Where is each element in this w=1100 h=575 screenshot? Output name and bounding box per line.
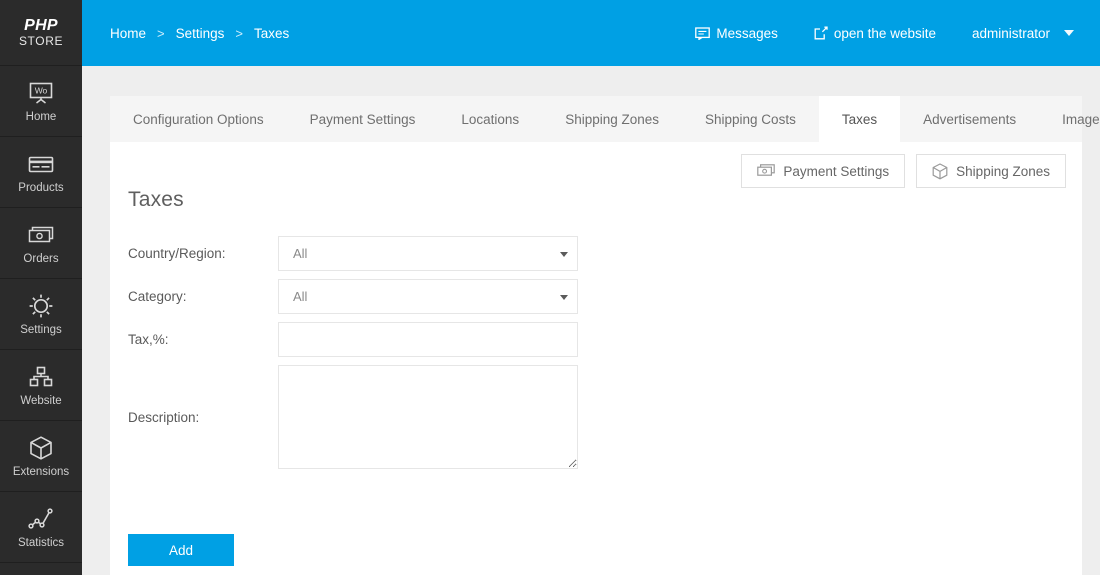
country-select[interactable]: All xyxy=(278,236,578,271)
cube-icon xyxy=(932,163,948,180)
country-label: Country/Region: xyxy=(128,246,278,261)
chevron-down-icon xyxy=(560,295,568,300)
sidebar-item-home[interactable]: Wo Home xyxy=(0,66,82,137)
tab-shipping-zones[interactable]: Shipping Zones xyxy=(542,96,682,142)
sitemap-icon xyxy=(28,362,54,392)
form-row-description: Description: xyxy=(128,365,608,469)
payment-settings-button[interactable]: Payment Settings xyxy=(741,154,905,188)
shipping-zones-button-label: Shipping Zones xyxy=(956,164,1050,179)
breadcrumb-item-taxes[interactable]: Taxes xyxy=(254,26,289,41)
svg-text:Wo: Wo xyxy=(35,85,48,95)
header-actions: Messages open the website administrator xyxy=(659,0,1074,66)
speech-bubble-icon xyxy=(695,27,710,40)
tab-locations[interactable]: Locations xyxy=(438,96,542,142)
sidebar-item-label: Products xyxy=(18,182,63,195)
tab-advertisements[interactable]: Advertisements xyxy=(900,96,1039,142)
messages-button[interactable]: Messages xyxy=(695,26,778,41)
banknote-icon xyxy=(27,220,55,250)
presentation-board-icon: Wo xyxy=(28,78,54,108)
tax-form: Country/Region: All Category: Al xyxy=(128,236,608,477)
sidebar: PHP STORE Wo Home Pr xyxy=(0,0,82,575)
top-header-bar: Home > Settings > Taxes Messages xyxy=(82,0,1100,66)
user-menu[interactable]: administrator xyxy=(972,26,1074,41)
add-button[interactable]: Add xyxy=(128,534,234,566)
description-label: Description: xyxy=(128,410,278,425)
breadcrumb-item-home[interactable]: Home xyxy=(110,26,146,41)
page-title: Taxes xyxy=(128,188,184,212)
sidebar-item-website[interactable]: Website xyxy=(0,350,82,421)
sidebar-item-orders[interactable]: Orders xyxy=(0,208,82,279)
banknote-icon xyxy=(757,164,775,178)
tab-payment-settings[interactable]: Payment Settings xyxy=(287,96,439,142)
credit-card-icon xyxy=(27,149,55,179)
cube-icon xyxy=(28,433,54,463)
user-menu-label: administrator xyxy=(972,26,1050,41)
breadcrumb: Home > Settings > Taxes xyxy=(110,0,289,66)
line-chart-icon xyxy=(27,504,55,534)
tab-taxes[interactable]: Taxes xyxy=(819,96,900,142)
category-select[interactable]: All xyxy=(278,279,578,314)
breadcrumb-separator: > xyxy=(157,26,165,41)
tax-label: Tax,%: xyxy=(128,332,278,347)
tab-bar: Configuration Options Payment Settings L… xyxy=(110,96,1082,142)
category-label: Category: xyxy=(128,289,278,304)
settings-panel: Configuration Options Payment Settings L… xyxy=(110,96,1082,575)
shipping-zones-button[interactable]: Shipping Zones xyxy=(916,154,1066,188)
tab-shipping-costs[interactable]: Shipping Costs xyxy=(682,96,819,142)
form-row-category: Category: All xyxy=(128,279,608,314)
sidebar-item-label: Orders xyxy=(23,253,58,266)
open-website-button[interactable]: open the website xyxy=(814,26,936,41)
sidebar-item-label: Statistics xyxy=(18,537,64,550)
sidebar-item-products[interactable]: Products xyxy=(0,137,82,208)
breadcrumb-item-settings[interactable]: Settings xyxy=(176,26,225,41)
tab-configuration-options[interactable]: Configuration Options xyxy=(110,96,287,142)
country-select-value: All xyxy=(293,246,307,261)
description-textarea[interactable] xyxy=(278,365,578,469)
gear-icon xyxy=(28,291,54,321)
sidebar-item-label: Extensions xyxy=(13,466,69,479)
sidebar-item-label: Website xyxy=(20,395,61,408)
brand-logo[interactable]: PHP STORE xyxy=(0,0,82,66)
chevron-down-icon xyxy=(1064,30,1074,36)
form-row-country: Country/Region: All xyxy=(128,236,608,271)
breadcrumb-separator: > xyxy=(235,26,243,41)
sidebar-item-label: Settings xyxy=(20,324,62,337)
brand-line-1: PHP xyxy=(24,17,58,34)
category-select-value: All xyxy=(293,289,307,304)
form-row-tax: Tax,%: xyxy=(128,322,608,357)
tab-images[interactable]: Images xyxy=(1039,96,1100,142)
sidebar-item-settings[interactable]: Settings xyxy=(0,279,82,350)
messages-label: Messages xyxy=(716,26,778,41)
brand-line-2: STORE xyxy=(19,34,63,49)
sidebar-item-label: Home xyxy=(26,111,57,124)
open-website-label: open the website xyxy=(834,26,936,41)
app-root: PHP STORE Wo Home Pr xyxy=(0,0,1100,575)
chevron-down-icon xyxy=(560,252,568,257)
sidebar-item-extensions[interactable]: Extensions xyxy=(0,421,82,492)
panel-action-buttons: Payment Settings Shipping Zones xyxy=(741,154,1066,188)
sidebar-item-statistics[interactable]: Statistics xyxy=(0,492,82,563)
external-link-icon xyxy=(814,26,828,40)
payment-settings-button-label: Payment Settings xyxy=(783,164,889,179)
tax-input[interactable] xyxy=(278,322,578,357)
panel-body: Payment Settings Shipping Zones xyxy=(110,142,1082,575)
content-area: Configuration Options Payment Settings L… xyxy=(82,66,1100,575)
